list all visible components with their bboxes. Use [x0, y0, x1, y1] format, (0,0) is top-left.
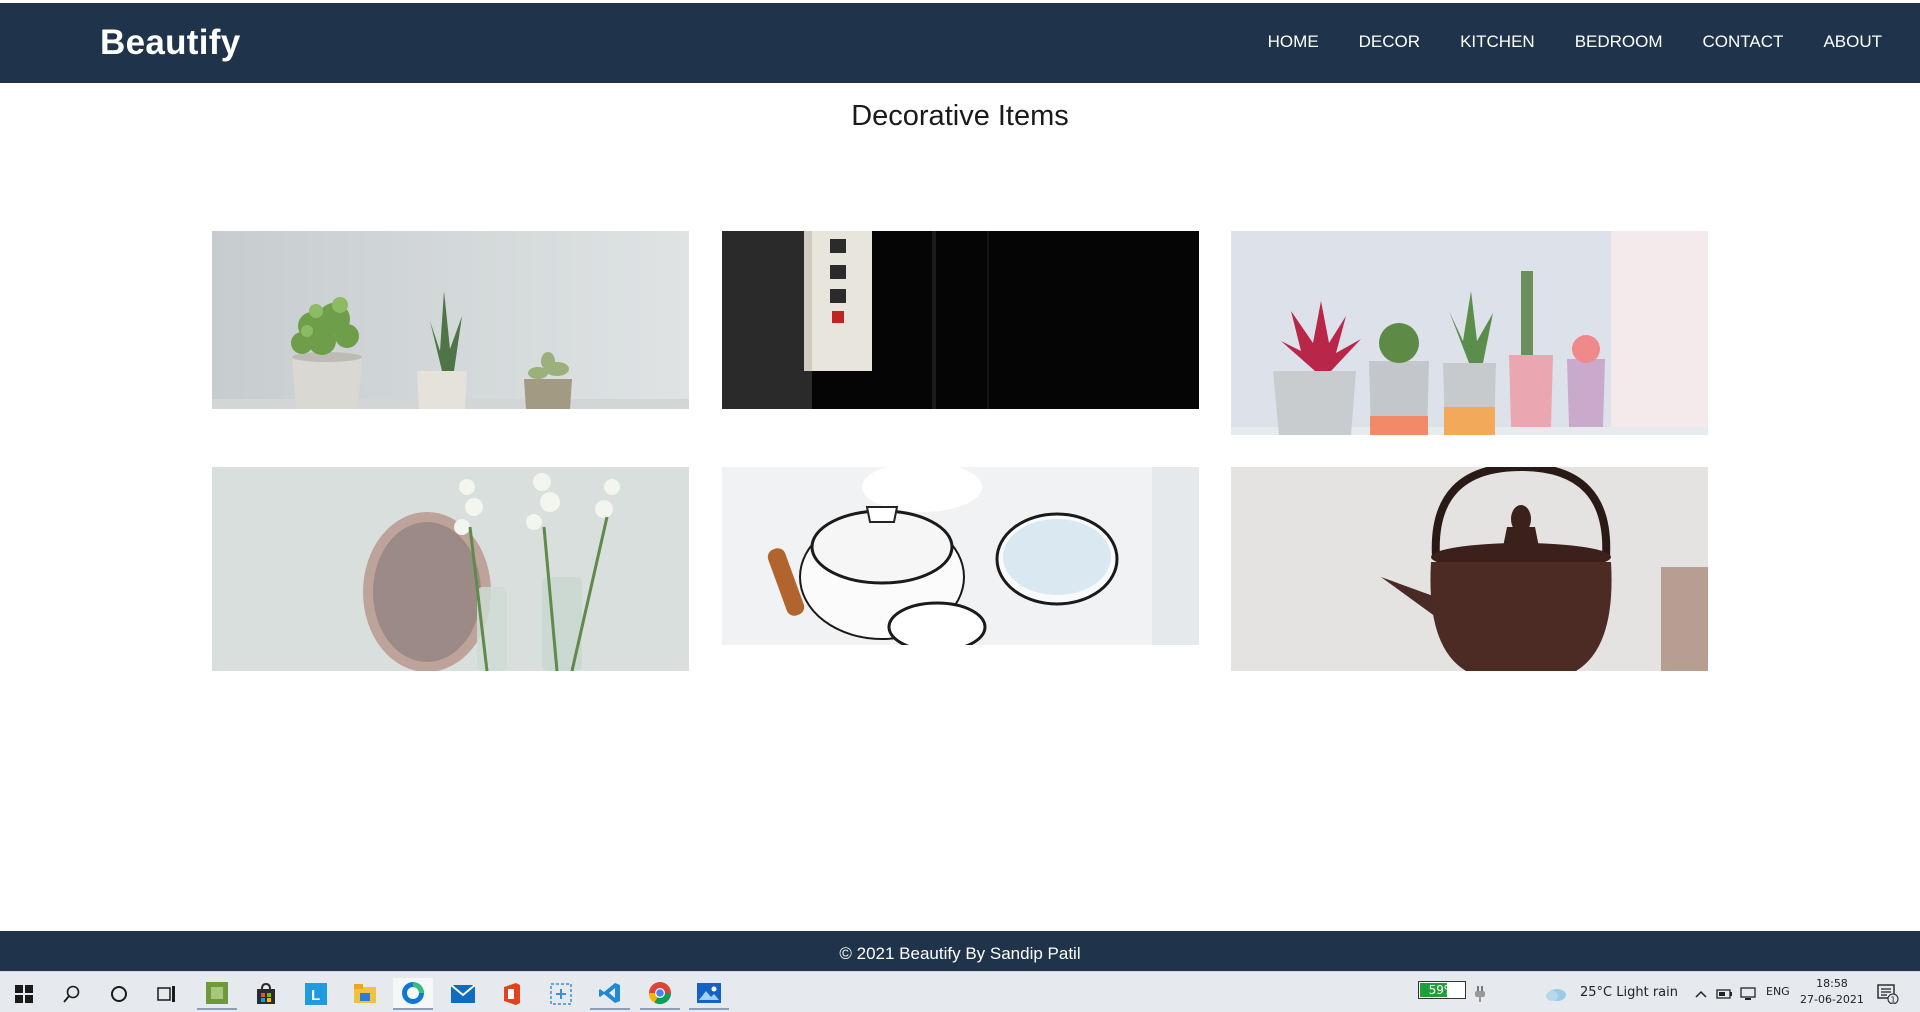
- colorful-cactus-pots-image[interactable]: [1231, 231, 1708, 435]
- nav-home[interactable]: HOME: [1268, 32, 1319, 52]
- battery-percent: 59%: [1428, 983, 1456, 997]
- notifications-icon[interactable]: 1: [1872, 978, 1904, 1010]
- time-text: 18:58: [1816, 977, 1848, 990]
- footer: © 2021 Beautify By Sandip Patil: [0, 931, 1920, 971]
- search-icon[interactable]: [52, 978, 92, 1010]
- date-text: 27-06-2021: [1800, 993, 1864, 1006]
- vscode-icon[interactable]: [590, 978, 630, 1010]
- enamel-cookware-image[interactable]: [722, 467, 1199, 645]
- navbar: Beautify HOME DECOR KITCHEN BEDROOM CONT…: [0, 3, 1920, 83]
- nav-contact[interactable]: CONTACT: [1703, 32, 1784, 52]
- hanging-lantern-image[interactable]: [722, 231, 1199, 409]
- office-icon[interactable]: [492, 978, 532, 1010]
- weather-text[interactable]: 25°C Light rain: [1580, 985, 1678, 1000]
- store-icon[interactable]: [246, 978, 286, 1010]
- nav-decor[interactable]: DECOR: [1359, 32, 1420, 52]
- cortana-icon[interactable]: [99, 978, 139, 1010]
- brand-logo[interactable]: Beautify: [100, 23, 241, 63]
- snip-icon[interactable]: [541, 978, 581, 1010]
- main-nav: HOME DECOR KITCHEN BEDROOM CONTACT ABOUT: [1228, 32, 1882, 52]
- nav-about[interactable]: ABOUT: [1823, 32, 1882, 52]
- notification-count: 1: [1891, 996, 1896, 1005]
- battery-indicator[interactable]: 59%: [1418, 981, 1466, 999]
- chrome-icon[interactable]: [640, 978, 680, 1010]
- nav-bedroom[interactable]: BEDROOM: [1575, 32, 1663, 52]
- edge-icon[interactable]: [393, 978, 433, 1010]
- file-explorer-icon[interactable]: [345, 978, 385, 1010]
- potted-succulents-image[interactable]: [212, 231, 689, 409]
- clock[interactable]: 18:58 27-06-2021: [1800, 976, 1864, 1008]
- page-title: Decorative Items: [851, 100, 1069, 132]
- l-app-icon[interactable]: L: [296, 978, 336, 1010]
- power-plug-icon: [1470, 978, 1490, 1010]
- task-view-icon[interactable]: [147, 978, 187, 1010]
- windows-taskbar: L 59% 25°C Light rain ENG 18:58 27-06-20…: [0, 971, 1920, 1012]
- photos-icon[interactable]: [689, 978, 729, 1010]
- battery-tray-icon[interactable]: [1712, 978, 1736, 1010]
- language-indicator[interactable]: ENG: [1766, 985, 1790, 998]
- app-green-icon[interactable]: [197, 978, 237, 1010]
- flowers-vase-tray-image[interactable]: [212, 467, 689, 671]
- nav-kitchen[interactable]: KITCHEN: [1460, 32, 1535, 52]
- windows-start-icon[interactable]: [4, 978, 44, 1010]
- cast-iron-teapot-image[interactable]: [1231, 467, 1708, 671]
- network-icon[interactable]: [1736, 978, 1760, 1010]
- mail-icon[interactable]: [443, 978, 483, 1010]
- weather-cloud-icon[interactable]: [1542, 978, 1570, 1010]
- svg-text:L: L: [311, 987, 320, 1004]
- chevron-up-icon[interactable]: [1688, 978, 1714, 1010]
